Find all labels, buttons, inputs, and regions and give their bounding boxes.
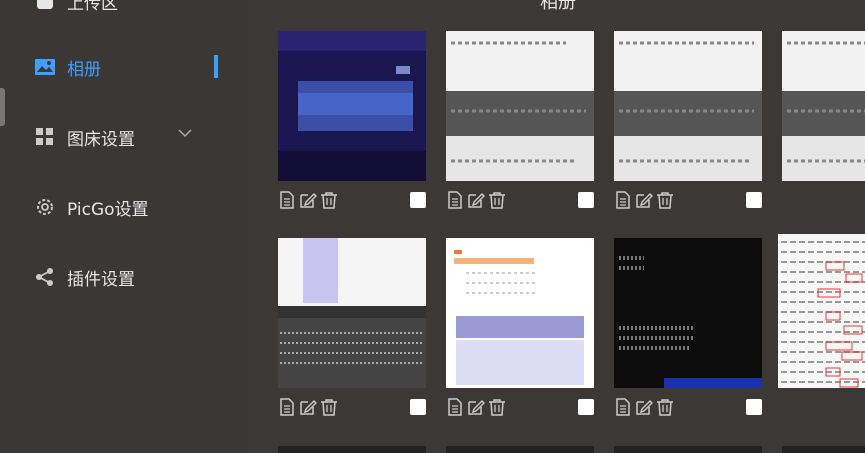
gallery-card: [278, 238, 426, 416]
sidebar-item-upload[interactable]: 上传区: [34, 0, 118, 16]
gallery-card: [446, 446, 594, 453]
sidebar-item-picgo-settings[interactable]: PicGo设置: [34, 192, 149, 222]
delete-icon[interactable]: [656, 191, 674, 209]
select-checkbox[interactable]: [410, 192, 426, 208]
select-checkbox[interactable]: [746, 399, 762, 415]
copy-link-icon[interactable]: [614, 398, 632, 416]
image-icon: [34, 56, 56, 78]
gallery-card: [446, 31, 594, 209]
edit-icon[interactable]: [635, 398, 653, 416]
delete-icon[interactable]: [488, 191, 506, 209]
select-checkbox[interactable]: [410, 399, 426, 415]
edit-icon[interactable]: [467, 191, 485, 209]
page-title: 相册: [540, 0, 576, 13]
sidebar-item-picbed-settings[interactable]: 图床设置: [34, 122, 135, 152]
gallery-card: [614, 31, 762, 209]
gallery-thumbnail[interactable]: [446, 31, 594, 181]
gallery-card: [614, 238, 762, 416]
gallery-thumbnail[interactable]: [614, 31, 762, 181]
select-checkbox[interactable]: [578, 192, 594, 208]
copy-link-icon[interactable]: [278, 191, 296, 209]
gallery-thumbnail[interactable]: [782, 446, 865, 453]
edit-icon[interactable]: [299, 191, 317, 209]
gallery-thumbnail[interactable]: [782, 31, 865, 181]
delete-icon[interactable]: [320, 398, 338, 416]
sidebar-item-label: 图床设置: [67, 129, 135, 150]
share-icon: [34, 266, 56, 288]
gallery-thumbnail[interactable]: [614, 446, 762, 453]
gallery-thumbnail[interactable]: [278, 446, 426, 453]
gallery-thumbnail[interactable]: [614, 238, 762, 388]
edit-icon[interactable]: [467, 398, 485, 416]
sidebar: 上传区 相册 图床设置 PicGo设置 插件设置: [0, 0, 248, 453]
grid-icon: [34, 126, 56, 148]
select-checkbox[interactable]: [746, 192, 762, 208]
delete-icon[interactable]: [320, 191, 338, 209]
sidebar-item-label: 相册: [67, 59, 101, 80]
delete-icon[interactable]: [488, 398, 506, 416]
sidebar-item-label: 上传区: [67, 0, 118, 14]
gallery-card: [446, 238, 594, 416]
gallery-card: [782, 446, 865, 453]
gallery-thumbnail[interactable]: [278, 238, 426, 388]
select-checkbox[interactable]: [578, 399, 594, 415]
sidebar-item-label: 插件设置: [67, 269, 135, 290]
gallery-card: [278, 446, 426, 453]
active-indicator: [214, 55, 218, 78]
sidebar-item-plugin-settings[interactable]: 插件设置: [34, 262, 135, 292]
upload-icon: [34, 0, 56, 12]
edit-icon[interactable]: [635, 191, 653, 209]
copy-link-icon[interactable]: [446, 191, 464, 209]
copy-link-icon[interactable]: [278, 398, 296, 416]
gallery-thumbnail[interactable]: [446, 238, 594, 388]
gallery-thumbnail[interactable]: [446, 446, 594, 453]
copy-link-icon[interactable]: [614, 191, 632, 209]
gallery-card: [278, 31, 426, 209]
chevron-down-icon[interactable]: [178, 128, 192, 138]
gallery-thumbnail[interactable]: [778, 234, 865, 388]
sidebar-item-label: PicGo设置: [67, 199, 149, 220]
delete-icon[interactable]: [656, 398, 674, 416]
gallery-card: [782, 31, 865, 181]
gallery-thumbnail[interactable]: [278, 31, 426, 181]
sidebar-scroll-handle[interactable]: [0, 88, 5, 126]
copy-link-icon[interactable]: [446, 398, 464, 416]
gallery-card: [778, 234, 865, 388]
edit-icon[interactable]: [299, 398, 317, 416]
gear-icon: [34, 196, 56, 218]
sidebar-item-gallery[interactable]: 相册: [34, 52, 101, 82]
gallery-card: [614, 446, 762, 453]
